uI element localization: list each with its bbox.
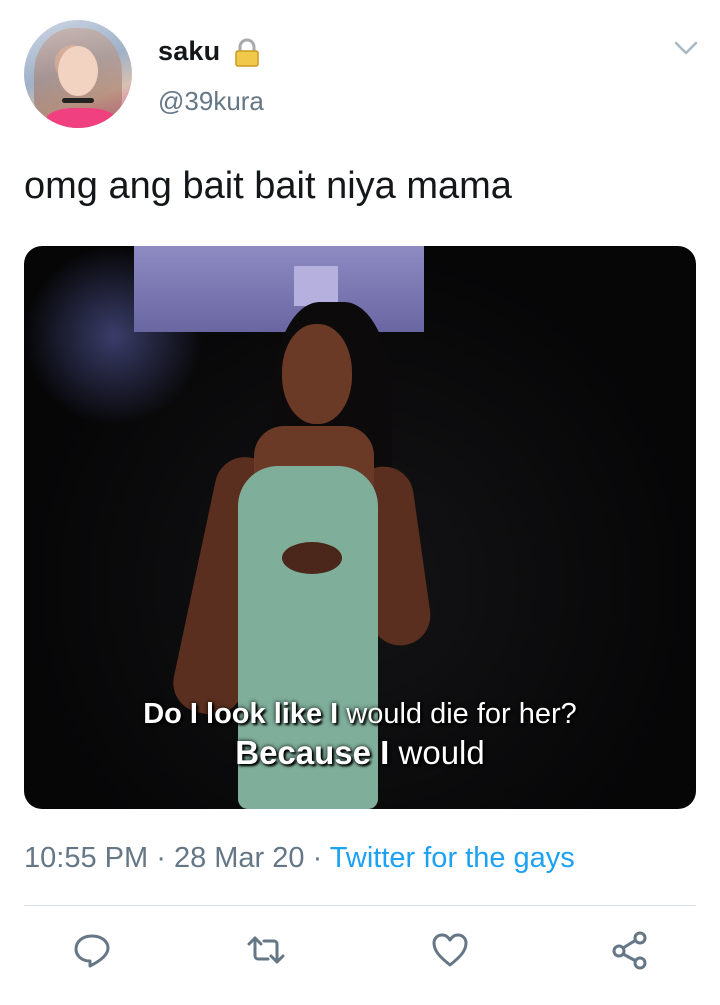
- retweet-button[interactable]: [246, 930, 286, 970]
- meta-separator-2: ·: [312, 842, 323, 874]
- heart-icon: [432, 933, 468, 967]
- tweet-text: omg ang bait bait niya mama: [24, 165, 512, 207]
- tweet-date: 28 Mar 20: [173, 842, 305, 874]
- share-icon: [612, 931, 647, 970]
- display-name[interactable]: saku: [158, 36, 220, 67]
- chevron-down-icon[interactable]: [672, 38, 700, 58]
- divider: [24, 905, 696, 906]
- media-head: [282, 324, 352, 424]
- media-dress-cutout: [282, 542, 342, 574]
- caption-line-1: Do I look like I would die for her?: [24, 698, 696, 731]
- caption-line-2-bold: Because I: [235, 734, 390, 771]
- like-button[interactable]: [430, 930, 470, 970]
- avatar-dress: [46, 108, 116, 128]
- meta-separator-1: ·: [156, 842, 166, 874]
- media-house: [134, 246, 424, 332]
- caption-line-1-rest: would die for her?: [338, 698, 577, 730]
- tweet-meta: 10:55 PM · 28 Mar 20 · Twitter for the g…: [24, 842, 575, 875]
- user-handle[interactable]: @39kura: [158, 86, 264, 117]
- reply-button[interactable]: [72, 930, 112, 970]
- avatar[interactable]: [24, 20, 132, 128]
- reply-icon: [74, 934, 110, 968]
- share-button[interactable]: [610, 930, 650, 970]
- tweet-time: 10:55 PM: [24, 842, 149, 874]
- caption-line-1-bold: Do I look like I: [143, 698, 339, 730]
- caption-line-2-rest: would: [389, 734, 485, 771]
- lock-icon: [235, 38, 259, 67]
- tweet-media[interactable]: Do I look like I would die for her? Beca…: [24, 246, 696, 809]
- caption-line-2: Because I would: [24, 734, 696, 772]
- avatar-choker: [62, 98, 94, 103]
- retweet-icon: [247, 936, 285, 964]
- tweet-source-link[interactable]: Twitter for the gays: [330, 842, 575, 874]
- avatar-face: [58, 46, 98, 96]
